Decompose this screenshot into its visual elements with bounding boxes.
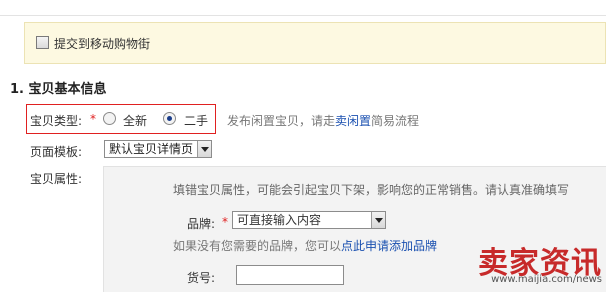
template-select-value: 默认宝贝详情页 [109,142,194,156]
template-label: 页面模板: [30,145,83,159]
radio-new[interactable] [103,112,116,125]
brand-hint-prefix: 如果没有您需要的品牌，您可以 [173,239,342,253]
sku-input[interactable] [236,265,344,285]
section-title: 1. 宝贝基本信息 [10,82,107,97]
mobile-street-notice: 提交到移动购物街 [24,22,606,64]
sell-idle-link[interactable]: 卖闲置 [335,114,371,128]
brand-label: 品牌: [187,217,216,231]
top-divider [0,0,606,16]
brand-required-mark: * [222,215,228,229]
brand-select[interactable]: 可直接输入内容 [232,211,386,229]
sku-label: 货号: [187,271,216,285]
attributes-label: 宝贝属性: [30,172,83,186]
required-mark: * [90,112,96,126]
radio-used[interactable] [163,112,176,125]
radio-used-label[interactable]: 二手 [184,112,208,129]
radio-new-label[interactable]: 全新 [123,112,147,129]
mobile-street-checkbox[interactable] [36,36,49,49]
attributes-warning: 填错宝贝属性，可能会引起宝贝下架，影响您的正常销售。请认真准确填写 [173,183,570,197]
item-type-hint-prefix: 发布闲置宝贝，请走 [227,114,336,128]
brand-hint: 如果没有您需要的品牌，您可以点此申请添加品牌 [173,237,437,254]
item-type-hint-suffix: 简易流程 [371,114,420,128]
apply-brand-link[interactable]: 点此申请添加品牌 [341,239,437,253]
watermark-url: www.maijia.com/news [491,274,602,285]
dropdown-arrow-icon[interactable] [197,141,211,157]
dropdown-arrow-icon[interactable] [371,212,385,228]
product-publish-form: 提交到移动购物街 1. 宝贝基本信息 宝贝类型: * 全新 二手 发布闲置宝贝，… [0,0,606,292]
brand-select-placeholder: 可直接输入内容 [237,213,322,227]
item-type-hint: 发布闲置宝贝，请走卖闲置简易流程 [227,112,419,129]
template-select[interactable]: 默认宝贝详情页 [104,140,212,158]
mobile-street-label[interactable]: 提交到移动购物街 [54,35,150,52]
item-type-label: 宝贝类型: [30,114,83,128]
